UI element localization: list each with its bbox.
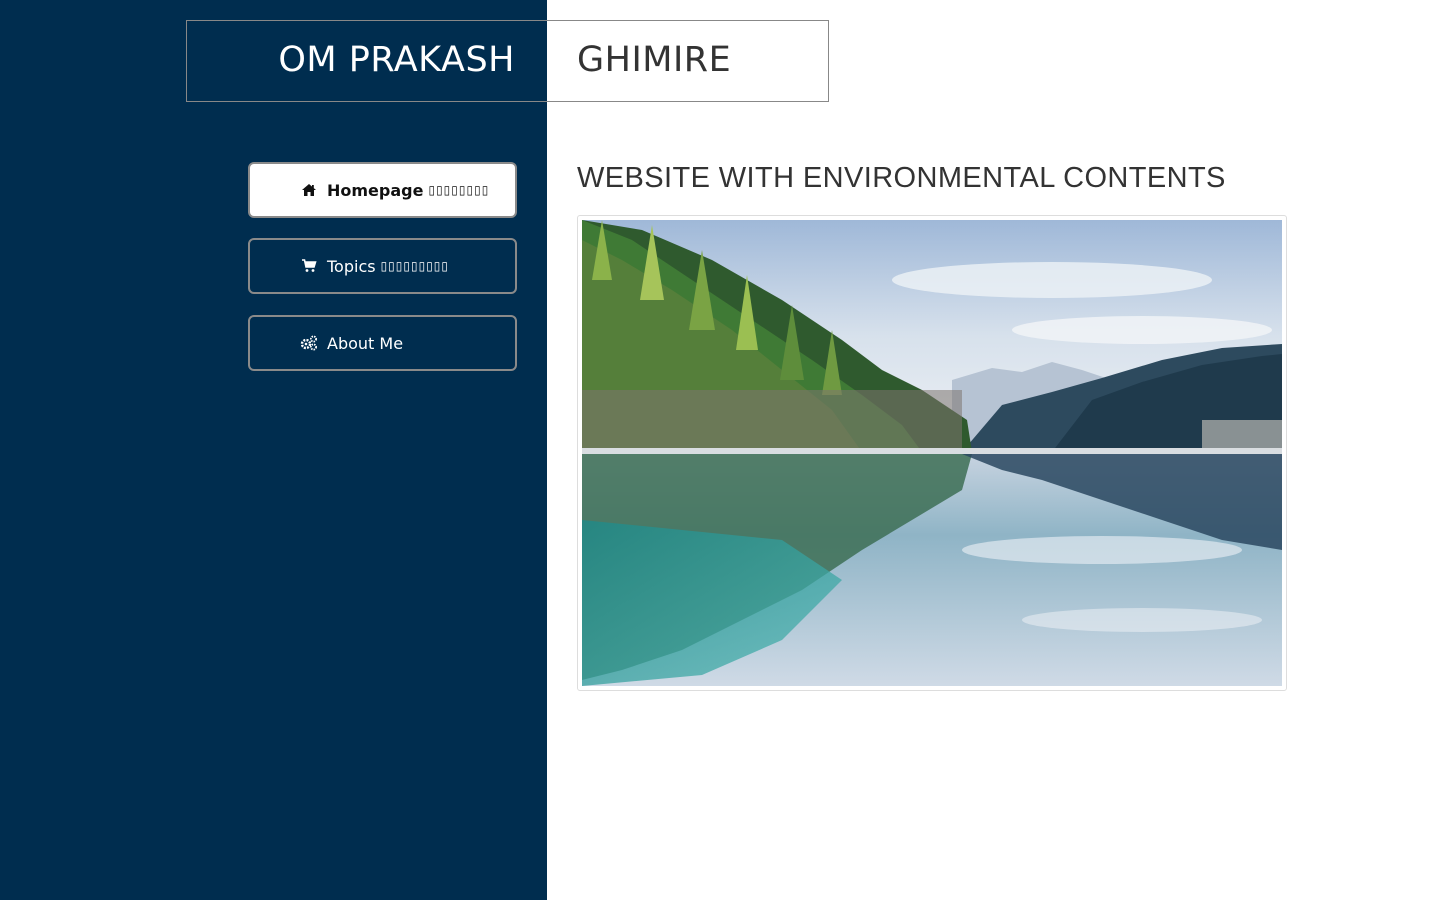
site-title-first-name: OM PRAKASH [278, 40, 515, 80]
sidebar-item-label: About Me [327, 333, 404, 353]
home-icon [300, 181, 318, 199]
cart-icon [300, 257, 318, 275]
site-title-last-name: GHIMIRE [577, 40, 732, 80]
sidebar-item-suffix: ▯▯▯▯▯▯▯▯ [428, 183, 490, 197]
sidebar-item-topics[interactable]: Topics ▯▯▯▯▯▯▯▯▯ [248, 238, 517, 294]
sidebar-item-label: Topics [327, 256, 376, 276]
sidebar-item-homepage[interactable]: Homepage ▯▯▯▯▯▯▯▯ [248, 162, 517, 218]
sidebar-item-label: Homepage [327, 180, 424, 200]
gears-icon [300, 334, 318, 352]
image-frame [577, 215, 1287, 691]
sidebar-item-suffix: ▯▯▯▯▯▯▯▯▯ [380, 259, 450, 273]
lake-forest-reflection-image [582, 220, 1282, 686]
sidebar [0, 0, 547, 900]
sidebar-item-about-me[interactable]: About Me [248, 315, 517, 371]
page-title: WEBSITE WITH ENVIRONMENTAL CONTENTS [577, 162, 1226, 194]
